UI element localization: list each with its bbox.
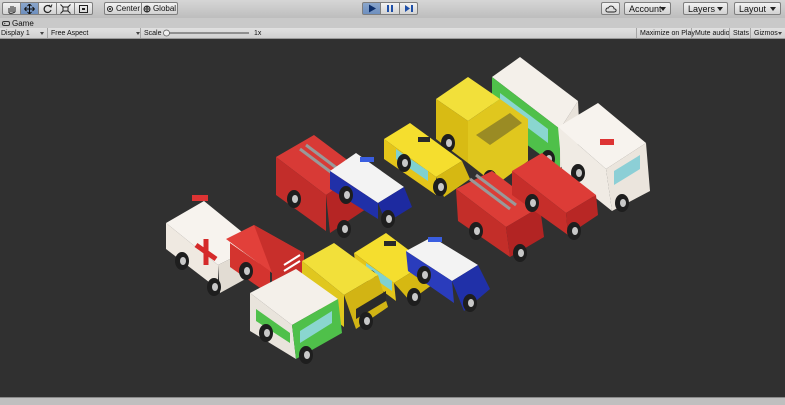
maximize-on-play-toggle[interactable]: Maximize on Play	[636, 28, 695, 38]
scale-label: Scale	[140, 28, 162, 38]
vehicle-scene	[166, 57, 650, 364]
scale-slider[interactable]	[163, 28, 251, 38]
hand-tool-button[interactable]	[2, 2, 21, 15]
scale-slider-track	[163, 29, 249, 37]
pivot-toggles: Center Global	[104, 2, 178, 15]
chevron-down-icon	[778, 31, 782, 35]
globe-icon	[143, 5, 151, 13]
step-button[interactable]	[399, 2, 418, 15]
rect-icon	[79, 4, 88, 13]
main-toolbar: Center Global Account Layers Layout	[0, 0, 785, 19]
move-tool-button[interactable]	[20, 2, 39, 15]
play-icon	[368, 4, 376, 13]
pivot-icon	[106, 5, 113, 12]
aspect-dropdown[interactable]: Free Aspect	[47, 28, 140, 38]
cloud-icon	[604, 5, 617, 12]
scale-icon	[60, 3, 71, 14]
scale-slider-handle	[163, 29, 170, 37]
pivot-label: Center	[115, 4, 140, 13]
pause-icon	[387, 5, 393, 12]
space-label: Global	[152, 4, 177, 13]
aspect-label: Free Aspect	[51, 29, 89, 37]
pause-button[interactable]	[380, 2, 400, 15]
scale-value: 1x	[254, 29, 262, 37]
layers-label: Layers	[688, 3, 716, 14]
mute-audio-toggle[interactable]: Mute audio	[691, 28, 730, 38]
display-label: Display 1	[1, 29, 30, 37]
account-label: Account	[629, 3, 662, 14]
account-dropdown[interactable]: Account	[624, 2, 671, 15]
gamepad-icon	[2, 20, 10, 26]
chevron-down-icon	[40, 31, 44, 35]
window-tab-bar: Game	[0, 18, 785, 28]
move-icon	[24, 3, 35, 14]
scale-tool-button[interactable]	[56, 2, 75, 15]
hand-icon	[8, 5, 16, 14]
play-button[interactable]	[362, 2, 381, 15]
tab-game[interactable]: Game	[0, 18, 40, 28]
layout-dropdown[interactable]: Layout	[734, 2, 781, 15]
stats-toggle[interactable]: Stats	[729, 28, 750, 38]
transform-tools	[2, 2, 93, 15]
chevron-down-icon	[770, 7, 776, 11]
cloud-button[interactable]	[601, 2, 620, 15]
pivot-global-button[interactable]: Global	[141, 2, 178, 15]
step-icon	[404, 5, 413, 12]
gizmos-label: Gizmos	[754, 29, 778, 37]
chevron-down-icon	[660, 7, 666, 11]
chevron-down-icon	[717, 7, 723, 11]
rotate-tool-button[interactable]	[38, 2, 57, 15]
gizmos-dropdown[interactable]: Gizmos	[750, 28, 785, 38]
layers-dropdown[interactable]: Layers	[683, 2, 728, 15]
rect-tool-button[interactable]	[74, 2, 93, 15]
tab-game-label: Game	[12, 18, 34, 28]
display-dropdown[interactable]: Display 1	[1, 28, 44, 38]
layout-label: Layout	[739, 3, 767, 14]
game-viewport[interactable]	[0, 39, 785, 397]
rotate-icon	[43, 3, 53, 13]
pivot-center-button[interactable]: Center	[104, 2, 142, 15]
playback-controls	[362, 2, 418, 15]
game-view-controls: Display 1 Free Aspect Scale 1x Maximize …	[0, 28, 785, 39]
